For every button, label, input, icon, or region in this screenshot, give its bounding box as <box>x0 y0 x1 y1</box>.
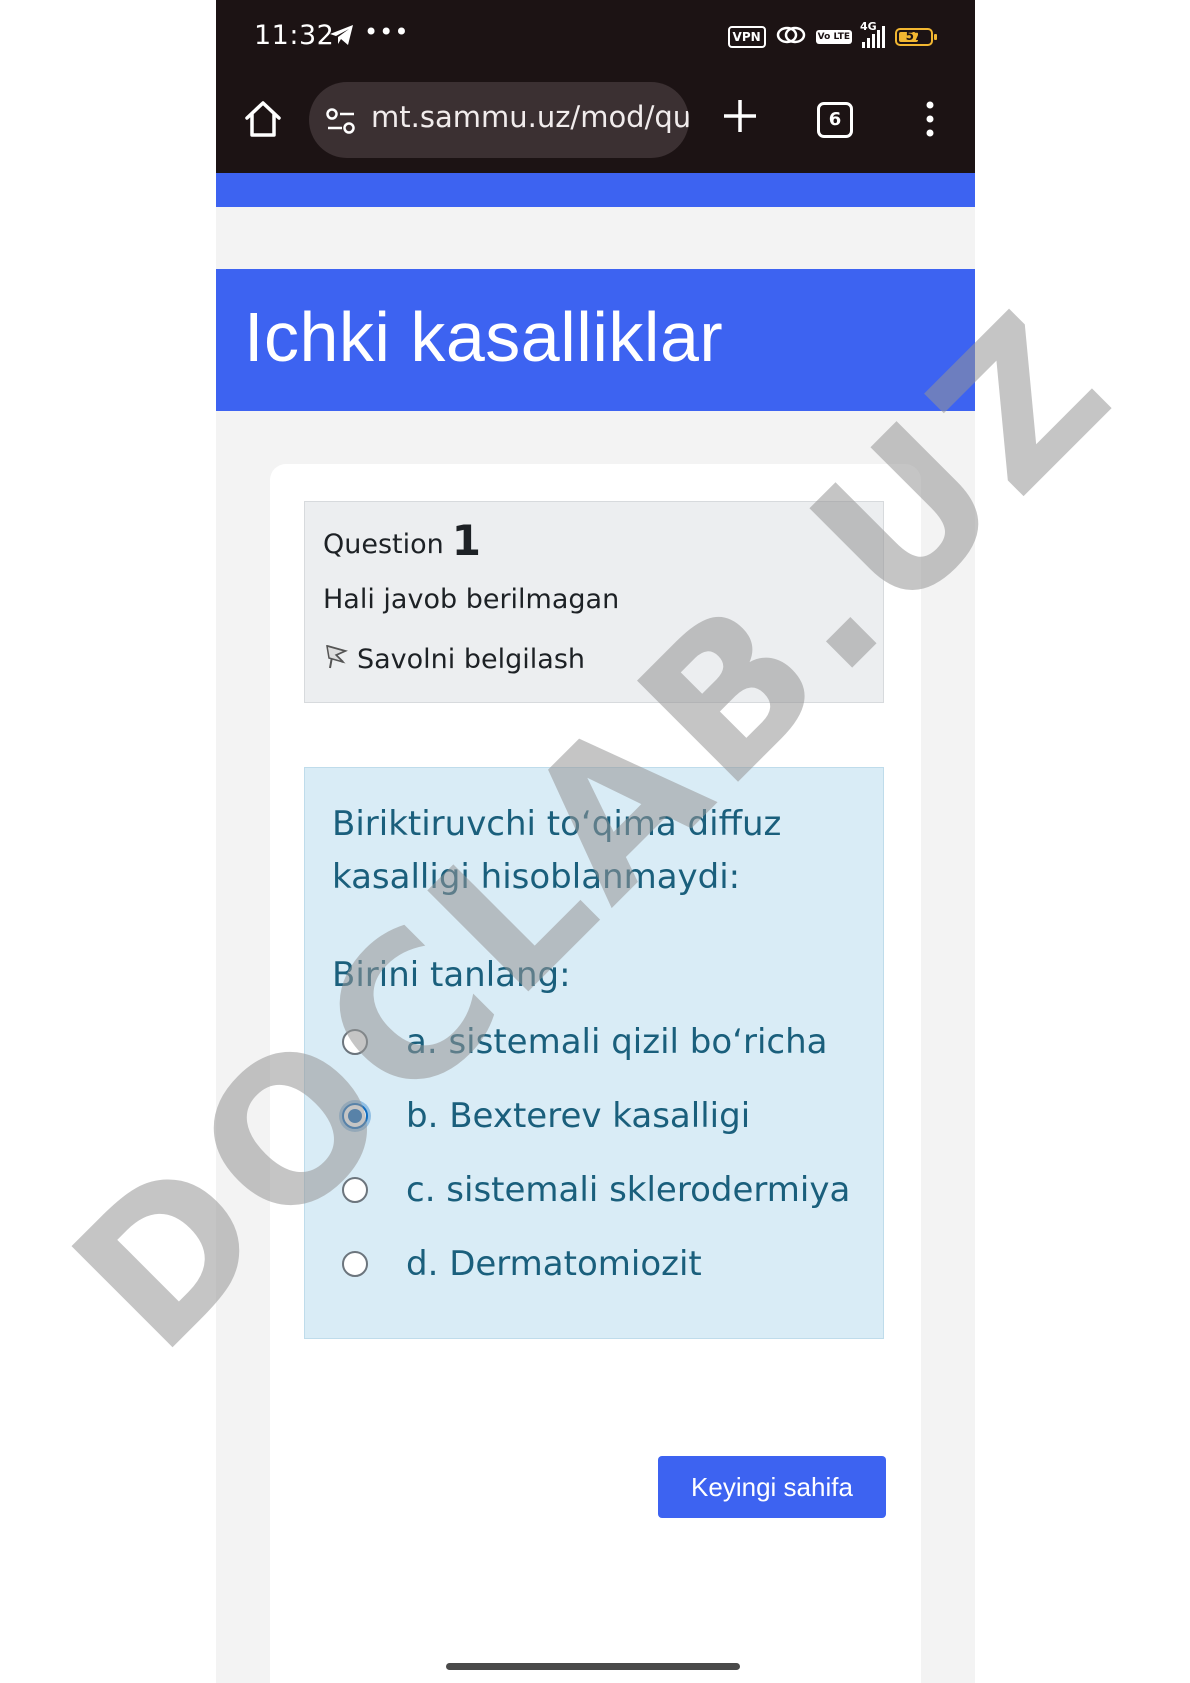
status-bar: 11:32 ••• VPN Vo LTE 4G 57 <box>216 0 975 76</box>
phone-screen: 11:32 ••• VPN Vo LTE 4G 57 mt.sammu.uz/m… <box>216 0 975 1683</box>
question-number: Question 1 <box>323 516 481 565</box>
radio-button[interactable] <box>342 1251 368 1277</box>
answer-option-d[interactable]: d. Dermatomiozit <box>342 1244 702 1284</box>
volte-icon: Vo LTE <box>815 30 852 44</box>
site-settings-icon[interactable] <box>325 107 357 139</box>
browser-chrome: 11:32 ••• VPN Vo LTE 4G 57 mt.sammu.uz/m… <box>216 0 975 173</box>
status-icons: VPN Vo LTE 4G 57 <box>727 20 937 49</box>
quiz-card: Question 1 Hali javob berilmagan Savolni … <box>270 464 921 1683</box>
question-number-value: 1 <box>451 516 481 565</box>
question-label: Question <box>323 529 444 560</box>
radio-button[interactable] <box>342 1029 368 1055</box>
vpn-icon: VPN <box>727 26 766 48</box>
answer-label[interactable]: c. sistemali sklerodermiya <box>406 1170 850 1210</box>
more-notifications-icon: ••• <box>364 18 410 46</box>
flag-question-label[interactable]: Savolni belgilash <box>357 644 585 675</box>
tab-switcher-button[interactable]: 6 <box>817 102 853 138</box>
radio-button[interactable] <box>342 1177 368 1203</box>
url-text[interactable]: mt.sammu.uz/mod/qu <box>371 100 689 134</box>
question-info: Question 1 Hali javob berilmagan Savolni … <box>304 501 884 703</box>
hotspot-link-icon <box>776 25 806 49</box>
answer-option-b[interactable]: b. Bexterev kasalligi <box>342 1096 750 1136</box>
answer-option-a[interactable]: a. sistemali qizil boʻricha <box>342 1022 828 1062</box>
next-page-button[interactable]: Keyingi sahifa <box>658 1456 886 1518</box>
flag-icon[interactable] <box>323 642 349 677</box>
site-navbar <box>216 173 975 207</box>
answer-label[interactable]: a. sistemali qizil boʻricha <box>406 1022 828 1062</box>
battery-icon: 57 <box>895 28 937 46</box>
answer-option-c[interactable]: c. sistemali sklerodermiya <box>342 1170 850 1210</box>
question-state: Hali javob berilmagan <box>323 584 620 615</box>
new-tab-icon[interactable] <box>720 96 760 136</box>
question-text: Biriktiruvchi toʻqima diffuz kasalligi h… <box>332 804 782 897</box>
signal-icon: 4G <box>860 20 885 48</box>
radio-button-selected[interactable] <box>342 1103 368 1129</box>
answer-label[interactable]: b. Bexterev kasalligi <box>406 1096 750 1136</box>
browser-menu-icon[interactable] <box>924 101 936 137</box>
home-icon[interactable] <box>242 98 284 140</box>
battery-level: 57 <box>905 29 923 43</box>
status-time: 11:32 <box>254 20 335 51</box>
answer-prompt: Birini tanlang: <box>332 955 571 995</box>
answer-label[interactable]: d. Dermatomiozit <box>406 1244 702 1284</box>
course-title: Ichki kasalliklar <box>244 298 724 376</box>
question-content: Biriktiruvchi toʻqima diffuz kasalligi h… <box>304 767 884 1339</box>
gesture-home-indicator[interactable] <box>446 1663 740 1670</box>
address-bar[interactable]: mt.sammu.uz/mod/qu <box>309 82 689 158</box>
network-type-label: 4G <box>860 20 877 33</box>
course-header: Ichki kasalliklar <box>216 269 975 411</box>
flag-question-link[interactable]: Savolni belgilash <box>323 642 585 677</box>
telegram-icon <box>329 24 355 50</box>
